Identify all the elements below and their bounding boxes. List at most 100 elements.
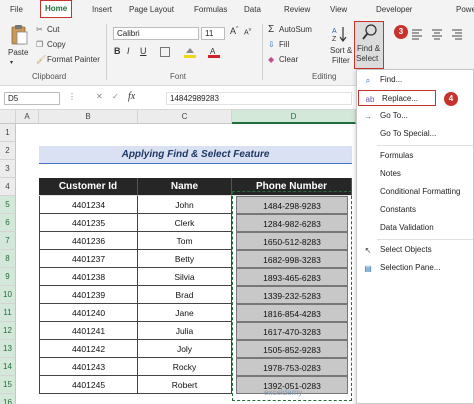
paste-dropdown-icon[interactable]: ▾	[10, 59, 13, 66]
increase-font-icon[interactable]: A^	[230, 26, 238, 36]
row-header[interactable]: 10	[0, 286, 16, 304]
phone-cell[interactable]: 1284-982-6283	[236, 214, 348, 232]
name-cell[interactable]: Brad	[138, 286, 232, 304]
select-all-corner[interactable]	[0, 110, 16, 124]
tab-review[interactable]: Review	[284, 0, 310, 19]
clear-button[interactable]: Clear	[279, 55, 298, 64]
phone-cell[interactable]: 1682-998-3283	[236, 250, 348, 268]
sort-filter-label-1[interactable]: Sort &	[330, 46, 352, 55]
customer-id-cell[interactable]: 4401240	[39, 304, 138, 322]
phone-cell[interactable]: 1893-465-6283	[236, 268, 348, 286]
name-cell[interactable]: Betty	[138, 250, 232, 268]
name-box[interactable]: D5	[4, 92, 60, 105]
phone-cell[interactable]: 1339-232-5283	[236, 286, 348, 304]
alignment-icons[interactable]	[410, 28, 470, 40]
menu-item-conditional-formatting[interactable]: Conditional Formatting	[357, 184, 473, 200]
row-header[interactable]: 14	[0, 358, 16, 376]
row-header[interactable]: 7	[0, 232, 16, 250]
menu-item-data-validation[interactable]: Data Validation	[357, 220, 473, 236]
column-header-selected[interactable]: D	[232, 110, 356, 124]
name-cell[interactable]: Julia	[138, 322, 232, 340]
tab-formulas[interactable]: Formulas	[194, 0, 227, 19]
customer-id-cell[interactable]: 4401235	[39, 214, 138, 232]
paste-button[interactable]: Paste	[8, 48, 28, 57]
name-cell[interactable]: Clerk	[138, 214, 232, 232]
row-header[interactable]: 15	[0, 376, 16, 394]
sort-filter-label-2[interactable]: Filter	[332, 56, 350, 65]
cancel-icon[interactable]: ✕	[96, 92, 103, 101]
phone-cell[interactable]: 1617-470-3283	[236, 322, 348, 340]
borders-icon[interactable]	[160, 47, 170, 57]
tab-data[interactable]: Data	[244, 0, 261, 19]
tab-insert[interactable]: Insert	[92, 0, 112, 19]
phone-cell[interactable]: 1484-298-9283	[236, 196, 348, 214]
font-color-icon[interactable]: A	[208, 46, 220, 58]
row-header[interactable]: 6	[0, 214, 16, 232]
menu-item-replace[interactable]: ab Replace...	[358, 90, 436, 106]
customer-id-cell[interactable]: 4401238	[39, 268, 138, 286]
menu-item-formulas[interactable]: Formulas	[357, 148, 473, 164]
customer-id-cell[interactable]: 4401236	[39, 232, 138, 250]
name-cell[interactable]: Joly	[138, 340, 232, 358]
customer-id-cell[interactable]: 4401245	[39, 376, 138, 394]
menu-item-go-to[interactable]: → Go To...	[357, 108, 473, 124]
phone-cell[interactable]: 1816-854-4283	[236, 304, 348, 322]
tab-home[interactable]: Home	[40, 0, 73, 18]
column-header[interactable]: A	[16, 110, 39, 124]
menu-item-selection-pane[interactable]: ▤ Selection Pane...	[357, 260, 473, 276]
tab-developer[interactable]: Developer	[376, 0, 412, 19]
fill-button[interactable]: Fill	[279, 40, 289, 49]
menu-item-notes[interactable]: Notes	[357, 166, 473, 182]
menu-item-select-objects[interactable]: ↖ Select Objects	[357, 242, 473, 258]
phone-cell[interactable]: 1650-512-8283	[236, 232, 348, 250]
column-header[interactable]: B	[39, 110, 138, 124]
bold-button[interactable]: B	[114, 46, 121, 56]
phone-cell[interactable]: 1978-753-0283	[236, 358, 348, 376]
table-header-cell[interactable]: Phone Number	[232, 178, 352, 196]
customer-id-cell[interactable]: 4401242	[39, 340, 138, 358]
format-painter-button[interactable]: Format Painter	[47, 55, 100, 64]
row-header[interactable]: 5	[0, 196, 16, 214]
underline-button[interactable]: U	[140, 46, 147, 56]
sort-filter-icon[interactable]: A Z	[331, 24, 351, 44]
row-header[interactable]: 9	[0, 268, 16, 286]
cut-button[interactable]: Cut	[47, 25, 59, 34]
copy-button[interactable]: Copy	[47, 40, 66, 49]
phone-cell[interactable]: 1505-852-9283	[236, 340, 348, 358]
table-header-cell[interactable]: Customer Id	[39, 178, 138, 196]
table-header-cell[interactable]: Name	[138, 178, 232, 196]
row-header[interactable]: 3	[0, 160, 16, 178]
decrease-font-icon[interactable]: Av	[244, 27, 251, 36]
name-cell[interactable]: Silvia	[138, 268, 232, 286]
tab-file[interactable]: File	[10, 0, 23, 19]
tab-power[interactable]: Power	[456, 0, 474, 19]
row-header[interactable]: 2	[0, 142, 16, 160]
name-cell[interactable]: Jane	[138, 304, 232, 322]
name-cell[interactable]: Rocky	[138, 358, 232, 376]
menu-item-go-to-special[interactable]: Go To Special...	[357, 126, 473, 142]
column-header[interactable]: C	[138, 110, 232, 124]
name-box-dropdown-icon[interactable]: ⋮	[68, 92, 76, 101]
tab-page-layout[interactable]: Page Layout	[129, 0, 174, 19]
row-header[interactable]: 11	[0, 304, 16, 322]
autosum-button[interactable]: AutoSum	[279, 25, 312, 34]
row-header[interactable]: 8	[0, 250, 16, 268]
customer-id-cell[interactable]: 4401237	[39, 250, 138, 268]
paste-icon[interactable]	[9, 24, 29, 46]
customer-id-cell[interactable]: 4401243	[39, 358, 138, 376]
name-cell[interactable]: John	[138, 196, 232, 214]
name-cell[interactable]: Robert	[138, 376, 232, 394]
find-select-button[interactable]: Find & Select	[354, 21, 384, 69]
menu-item-find[interactable]: ⌕ Find...	[357, 72, 473, 88]
row-header[interactable]: 16	[0, 394, 16, 404]
formula-input[interactable]: 14842989283	[166, 92, 352, 105]
customer-id-cell[interactable]: 4401239	[39, 286, 138, 304]
function-icon[interactable]: fx	[128, 91, 135, 102]
font-size-select[interactable]: 11	[201, 27, 225, 40]
font-name-select[interactable]: Calibri	[113, 27, 199, 40]
tab-view[interactable]: View	[330, 0, 347, 19]
customer-id-cell[interactable]: 4401241	[39, 322, 138, 340]
menu-item-constants[interactable]: Constants	[357, 202, 473, 218]
row-header[interactable]: 12	[0, 322, 16, 340]
italic-button[interactable]: I	[127, 46, 130, 56]
